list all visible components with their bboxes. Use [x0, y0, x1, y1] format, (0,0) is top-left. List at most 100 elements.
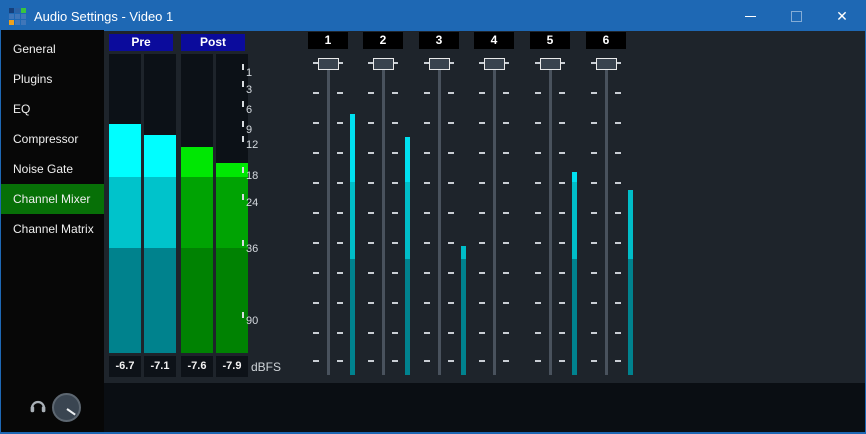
fader-tick [368, 152, 374, 154]
fader-tick [559, 152, 565, 154]
fader-thumb[interactable] [318, 58, 339, 70]
scale-label: 9 [246, 122, 252, 138]
fader-tick [313, 242, 319, 244]
fader-tick [424, 302, 430, 304]
meter-group-header: Post [181, 34, 245, 51]
fader-tick [535, 360, 541, 362]
fader-thumb[interactable] [540, 58, 561, 70]
fader-tick [337, 92, 343, 94]
level-meter-bar [109, 124, 141, 353]
scale-tick [242, 121, 244, 127]
fader-tick [313, 360, 319, 362]
channel-header-4: 4 [474, 32, 514, 49]
scale-label: 1 [246, 65, 252, 81]
fader-tick [503, 182, 509, 184]
fader-thumb[interactable] [373, 58, 394, 70]
fader-tick [313, 92, 319, 94]
fader-tick [615, 152, 621, 154]
audio-settings-window: Audio Settings - Video 1 ✕ GeneralPlugin… [0, 0, 866, 434]
fader-tick [479, 272, 485, 274]
fader-tick [479, 152, 485, 154]
fader-tick [615, 272, 621, 274]
fader-tick [448, 122, 454, 124]
scale-tick [242, 136, 244, 142]
fader-tick [337, 242, 343, 244]
fader-thumb[interactable] [484, 58, 505, 70]
fader-tick [615, 302, 621, 304]
fader-tick [559, 302, 565, 304]
fader-tick [615, 212, 621, 214]
fader-track[interactable] [327, 59, 330, 375]
fader-thumb[interactable] [429, 58, 450, 70]
fader-track[interactable] [493, 59, 496, 375]
fader-tick [503, 122, 509, 124]
fader-tick [368, 242, 374, 244]
scale-tick [242, 194, 244, 200]
fader-tick [368, 212, 374, 214]
fader-tick [503, 302, 509, 304]
meter-value: -7.6 [181, 356, 213, 377]
scale-tick [242, 167, 244, 173]
fader-tick [479, 242, 485, 244]
knob-indicator [66, 408, 75, 415]
fader-track[interactable] [438, 59, 441, 375]
fader-tick [368, 360, 374, 362]
fader-tick [591, 212, 597, 214]
fader-tick [448, 152, 454, 154]
fader-tick [337, 332, 343, 334]
fader-tick [448, 332, 454, 334]
fader-tick [313, 152, 319, 154]
fader-tick [535, 302, 541, 304]
fader-tick [337, 182, 343, 184]
fader-tick [392, 182, 398, 184]
scale-unit-label: dBFS [251, 358, 281, 376]
scale-label: 3 [246, 82, 252, 98]
fader-tick [479, 332, 485, 334]
fader-tick [448, 302, 454, 304]
fader-tick [313, 272, 319, 274]
fader-tick [392, 302, 398, 304]
fader-tick [559, 122, 565, 124]
fader-track[interactable] [605, 59, 608, 375]
fader-tick [535, 92, 541, 94]
headphones-volume-knob[interactable] [52, 393, 81, 422]
fader-tick [503, 242, 509, 244]
fader-tick [503, 212, 509, 214]
fader-tick [615, 122, 621, 124]
fader-tick [392, 92, 398, 94]
level-meter-bar [216, 163, 248, 353]
meter-group-header: Pre [109, 34, 173, 51]
fader-tick [559, 182, 565, 184]
fader-tick [392, 152, 398, 154]
meter-value: -7.1 [144, 356, 176, 377]
channel-header-1: 1 [308, 32, 348, 49]
fader-tick [424, 152, 430, 154]
fader-tick [337, 122, 343, 124]
fader-tick [392, 332, 398, 334]
fader-tick [591, 122, 597, 124]
channel-level-meter [350, 114, 355, 375]
fader-track[interactable] [549, 59, 552, 375]
scale-label: 24 [246, 195, 258, 211]
fader-thumb[interactable] [596, 58, 617, 70]
channel-header-2: 2 [363, 32, 403, 49]
fader-tick [503, 272, 509, 274]
fader-tick [424, 360, 430, 362]
fader-tick [591, 360, 597, 362]
fader-tick [337, 212, 343, 214]
fader-tick [368, 332, 374, 334]
fader-track[interactable] [382, 59, 385, 375]
fader-tick [392, 122, 398, 124]
fader-tick [368, 302, 374, 304]
fader-tick [424, 182, 430, 184]
meter-value: -6.7 [109, 356, 141, 377]
channel-header-5: 5 [530, 32, 570, 49]
fader-tick [392, 360, 398, 362]
fader-tick [313, 122, 319, 124]
fader-tick [313, 182, 319, 184]
fader-tick [591, 92, 597, 94]
fader-tick [424, 242, 430, 244]
fader-tick [535, 332, 541, 334]
fader-tick [337, 360, 343, 362]
fader-tick [479, 360, 485, 362]
